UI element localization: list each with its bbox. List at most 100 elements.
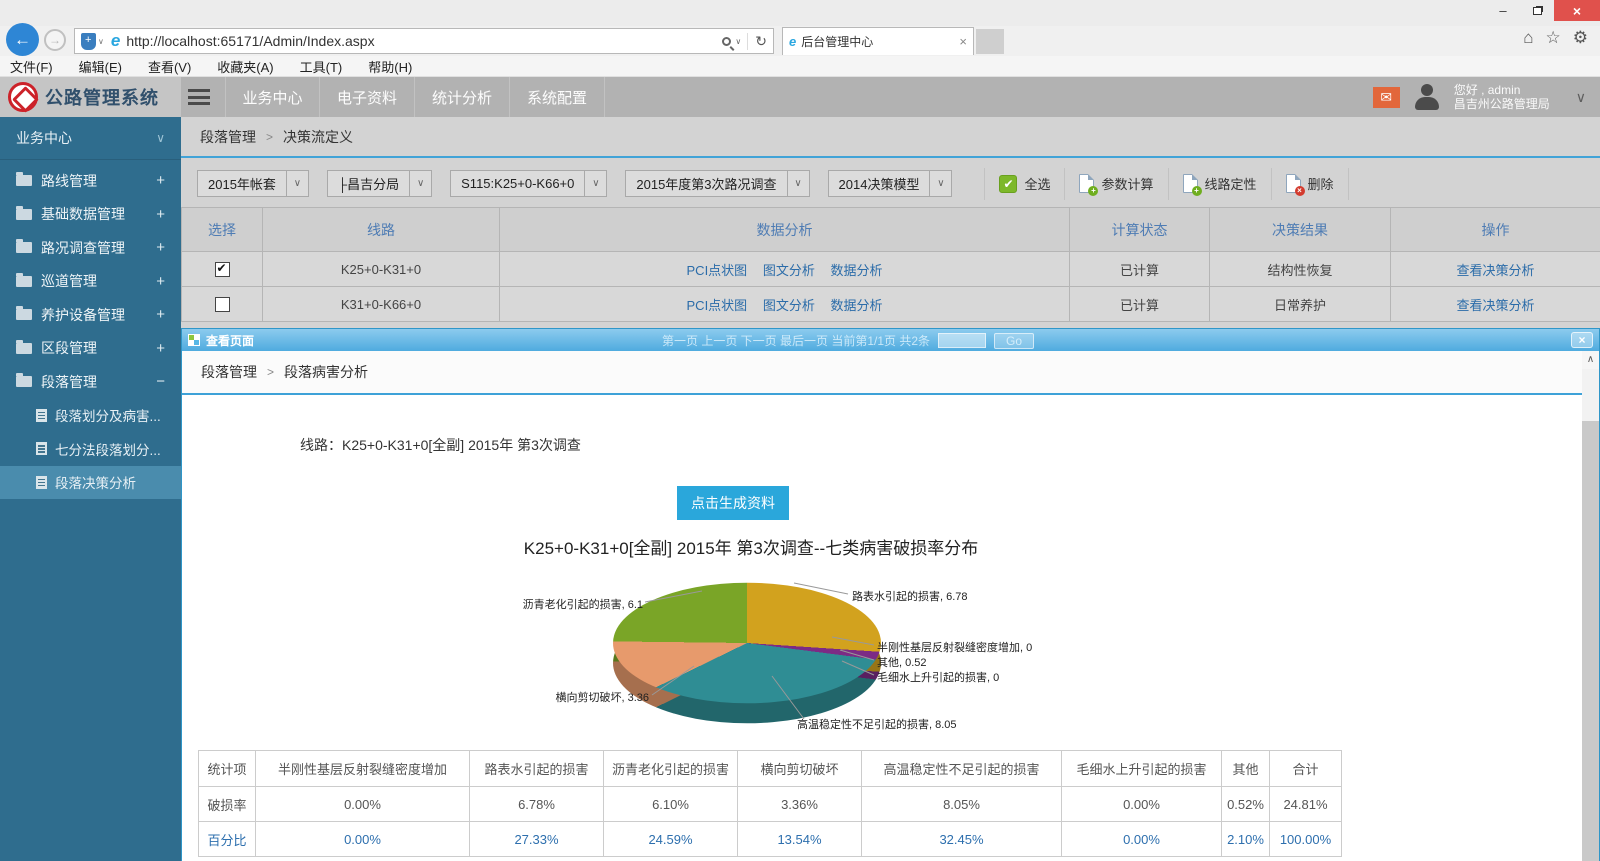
- select-decision-model[interactable]: 2014决策模型∨: [828, 170, 953, 197]
- graphic-analysis-link[interactable]: 图文分析: [763, 298, 815, 313]
- expand-icon[interactable]: +: [156, 172, 165, 189]
- mail-icon[interactable]: ✉: [1373, 87, 1400, 108]
- sidebar-item-basic-data[interactable]: 基础数据管理+: [0, 198, 181, 232]
- modal-close-icon[interactable]: ×: [1571, 332, 1593, 348]
- refresh-icon[interactable]: ↻: [747, 33, 767, 50]
- pci-dot-chart-link[interactable]: PCI点状图: [687, 298, 748, 313]
- col-select: 选择: [182, 208, 263, 252]
- expand-icon[interactable]: +: [156, 306, 165, 323]
- modal-breadcrumb-parent[interactable]: 段落管理: [201, 362, 257, 382]
- select-all-button[interactable]: ✔全选: [984, 168, 1064, 200]
- search-caret-icon[interactable]: ∨: [735, 37, 741, 46]
- stats-col-other: 其他: [1222, 751, 1270, 787]
- view-decision-link[interactable]: 查看决策分析: [1456, 298, 1534, 313]
- menu-view[interactable]: 查看(V): [148, 57, 191, 76]
- col-operation: 操作: [1391, 208, 1600, 252]
- sidebar-subitem-decision-analysis[interactable]: 段落决策分析: [0, 466, 181, 500]
- menu-edit[interactable]: 编辑(E): [79, 57, 122, 76]
- sidebar-item-equipment-mgmt[interactable]: 养护设备管理+: [0, 298, 181, 332]
- select-branch[interactable]: ├昌吉分局∨: [327, 170, 432, 197]
- chevron-down-icon[interactable]: ∨: [409, 171, 431, 196]
- go-button[interactable]: Go: [994, 333, 1034, 349]
- nav-electronic-data[interactable]: 电子资料: [320, 77, 415, 117]
- select-line[interactable]: S115:K25+0-K66+0∨: [450, 170, 607, 197]
- breadcrumb-separator: >: [266, 130, 273, 144]
- chevron-down-icon[interactable]: ∨: [286, 171, 308, 196]
- sidebar-item-patrol-mgmt[interactable]: 巡道管理+: [0, 265, 181, 299]
- graphic-analysis-link[interactable]: 图文分析: [763, 263, 815, 278]
- close-window-button[interactable]: ×: [1554, 0, 1600, 21]
- pagination-text[interactable]: 第一页 上一页 下一页 最后一页 当前第1/1页 共2条: [662, 332, 930, 349]
- user-avatar[interactable]: [1412, 82, 1442, 112]
- chevron-down-icon[interactable]: ∨: [584, 171, 606, 196]
- select-survey[interactable]: 2015年度第3次路况调查∨: [625, 170, 809, 197]
- search-icon[interactable]: [722, 37, 731, 46]
- logo-block: 公路管理系统: [0, 77, 181, 117]
- expand-icon[interactable]: +: [156, 206, 165, 223]
- nav-statistics[interactable]: 统计分析: [415, 77, 510, 117]
- sidebar-item-road-survey[interactable]: 路况调查管理+: [0, 231, 181, 265]
- plus-badge-icon: +: [1192, 186, 1202, 196]
- chevron-down-icon[interactable]: ∨: [787, 171, 809, 196]
- menu-help[interactable]: 帮助(H): [368, 57, 412, 76]
- settings-gear-icon[interactable]: ⚙: [1573, 28, 1588, 48]
- pci-dot-chart-link[interactable]: PCI点状图: [687, 263, 748, 278]
- sidebar-subitem-label: 段落决策分析: [55, 472, 136, 492]
- scroll-up-icon[interactable]: ∧: [1582, 351, 1599, 369]
- param-calc-button[interactable]: +参数计算: [1064, 168, 1167, 200]
- shield-caret-icon[interactable]: ∨: [98, 37, 104, 46]
- data-analysis-link[interactable]: 数据分析: [830, 263, 882, 278]
- sidebar-item-route-mgmt[interactable]: 路线管理+: [0, 164, 181, 198]
- window-titlebar: – ×: [0, 0, 1600, 26]
- select-account-year[interactable]: 2015年帐套∨: [197, 170, 309, 197]
- nav-business-center[interactable]: 业务中心: [225, 77, 320, 117]
- stats-cell: 0.00%: [1062, 787, 1222, 822]
- damage-stats-table: 统计项 半刚性基层反射裂缝密度增加 路表水引起的损害 沥青老化引起的损害 横向剪…: [198, 750, 1342, 857]
- compatibility-shield-icon[interactable]: [81, 33, 96, 50]
- table-row: K31+0-K66+0 PCI点状图 图文分析 数据分析 已计算 日常养护 查看…: [182, 287, 1600, 322]
- modal-titlebar[interactable]: 查看页面 第一页 上一页 下一页 最后一页 当前第1/1页 共2条 Go ×: [182, 329, 1599, 351]
- delete-button[interactable]: ×删除: [1271, 168, 1349, 200]
- nav-system-config[interactable]: 系统配置: [510, 77, 605, 117]
- page-number-input[interactable]: [938, 333, 986, 348]
- stats-col-asphalt-aging: 沥青老化引起的损害: [604, 751, 738, 787]
- row-checkbox[interactable]: [215, 297, 230, 312]
- view-decision-link[interactable]: 查看决策分析: [1456, 263, 1534, 278]
- minimize-button[interactable]: –: [1486, 0, 1520, 21]
- data-analysis-link[interactable]: 数据分析: [830, 298, 882, 313]
- back-button[interactable]: ←: [6, 23, 39, 56]
- generate-data-button[interactable]: 点击生成资料: [677, 486, 789, 520]
- browser-tab[interactable]: e 后台管理中心 ×: [782, 27, 974, 55]
- favorites-star-icon[interactable]: ☆: [1546, 28, 1561, 48]
- select-value: 2015年度第3次路况调查: [626, 171, 786, 196]
- expand-icon[interactable]: +: [156, 273, 165, 290]
- restore-button[interactable]: [1520, 0, 1554, 21]
- hamburger-menu-icon[interactable]: [188, 89, 210, 105]
- address-bar[interactable]: ∨ e ∨ ↻: [74, 28, 774, 54]
- chevron-down-icon[interactable]: ∨: [929, 171, 951, 196]
- home-icon[interactable]: ⌂: [1523, 28, 1533, 48]
- stats-cell: 6.10%: [604, 787, 738, 822]
- new-tab-button[interactable]: [976, 29, 1004, 54]
- breadcrumb-parent[interactable]: 段落管理: [200, 127, 256, 147]
- sidebar-subitem-paragraph-division[interactable]: 段落划分及病害...: [0, 399, 181, 433]
- sidebar-item-section-mgmt[interactable]: 区段管理+: [0, 332, 181, 366]
- menu-favorites[interactable]: 收藏夹(A): [217, 57, 273, 76]
- sidebar-item-paragraph-mgmt[interactable]: 段落管理−: [0, 365, 181, 399]
- collapse-icon[interactable]: −: [156, 373, 165, 390]
- row-checkbox[interactable]: [215, 262, 230, 277]
- modal-scrollbar[interactable]: ∧: [1582, 351, 1599, 861]
- expand-icon[interactable]: +: [156, 239, 165, 256]
- sidebar-subitem-seven-method[interactable]: 七分法段落划分...: [0, 432, 181, 466]
- forward-button[interactable]: →: [44, 29, 66, 51]
- menu-file[interactable]: 文件(F): [10, 57, 53, 76]
- user-menu-chevron-icon[interactable]: ∨: [1576, 89, 1586, 106]
- modal-title: 查看页面: [206, 332, 254, 349]
- menu-tools[interactable]: 工具(T): [300, 57, 343, 76]
- scrollbar-thumb[interactable]: [1582, 369, 1599, 421]
- url-input[interactable]: [126, 33, 722, 49]
- sidebar-header[interactable]: 业务中心 ∨: [0, 117, 181, 160]
- tab-close-icon[interactable]: ×: [959, 34, 967, 49]
- expand-icon[interactable]: +: [156, 340, 165, 357]
- line-qualitative-button[interactable]: +线路定性: [1168, 168, 1271, 200]
